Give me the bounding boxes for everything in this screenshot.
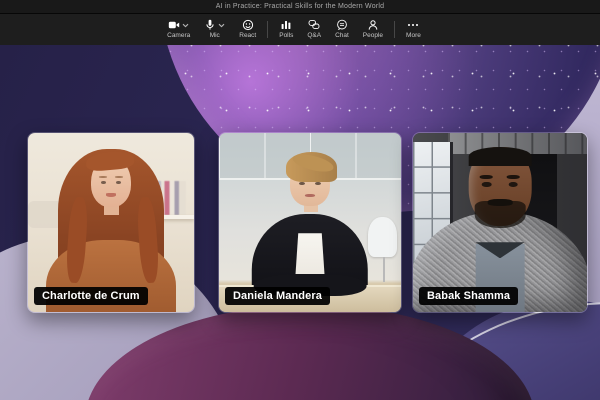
qna-label: Q&A	[307, 32, 322, 40]
meeting-title-bar: AI in Practice: Practical Skills for the…	[0, 0, 600, 13]
toolbar-separator	[394, 21, 396, 38]
chat-icon	[337, 19, 347, 31]
chat-button[interactable]: Chat	[328, 14, 356, 45]
video-tile-daniela[interactable]: Daniela Mandera	[218, 132, 402, 313]
react-icon	[242, 20, 253, 31]
qna-icon	[308, 20, 320, 30]
people-label: People	[362, 32, 384, 40]
face-shape	[468, 147, 532, 228]
more-icon	[408, 24, 419, 27]
participant-name-label: Charlotte de Crum	[34, 287, 148, 305]
video-tile-charlotte[interactable]: Charlotte de Crum	[27, 132, 195, 313]
chat-label: Chat	[335, 32, 349, 40]
qna-button[interactable]: Q&A	[300, 14, 328, 45]
meeting-toolbar: Camera Mic React Polls Q&A Chat People M…	[0, 13, 600, 45]
brow-left	[99, 176, 107, 179]
eye-right	[508, 181, 519, 188]
mic-button[interactable]: Mic	[197, 14, 232, 45]
mic-icon	[206, 20, 214, 30]
teams-meeting-window: AI in Practice: Practical Skills for the…	[0, 0, 600, 400]
brow-right	[506, 174, 521, 179]
polls-button[interactable]: Polls	[272, 14, 300, 45]
camera-button[interactable]: Camera	[160, 14, 197, 45]
toolbar-button-group: Camera Mic React Polls Q&A Chat People M…	[160, 14, 428, 45]
meeting-stage-background: Charlotte de Crum Daniela Mandera Babak …	[0, 45, 600, 400]
brow-right	[114, 176, 123, 179]
video-feed-charlotte	[28, 133, 194, 312]
camera-dropdown-chevron-icon[interactable]	[182, 23, 189, 28]
more-label: More	[406, 32, 421, 40]
brow-left	[479, 174, 494, 179]
mic-dropdown-chevron-icon[interactable]	[218, 23, 225, 28]
white-chair	[368, 217, 398, 257]
meeting-title: AI in Practice: Practical Skills for the…	[215, 3, 385, 10]
polls-icon	[281, 21, 291, 30]
toolbar-separator	[267, 21, 269, 38]
eye-right	[315, 182, 321, 186]
react-button[interactable]: React	[232, 14, 263, 45]
eye-left	[481, 181, 492, 188]
chair-leg	[382, 256, 385, 282]
eye-left	[299, 182, 305, 186]
more-button[interactable]: More	[399, 14, 428, 45]
video-tile-babak[interactable]: Babak Shamma	[412, 132, 588, 313]
people-button[interactable]: People	[356, 14, 390, 45]
camera-label: Camera	[167, 32, 191, 40]
video-feed-daniela	[219, 133, 401, 312]
react-label: React	[239, 32, 257, 40]
short-dark-hair	[468, 147, 532, 167]
participant-name-label: Daniela Mandera	[225, 287, 330, 305]
mouth	[105, 193, 117, 197]
camera-icon	[168, 22, 180, 29]
mouth	[305, 193, 315, 197]
eye-left	[100, 180, 107, 185]
participant-name-label: Babak Shamma	[419, 287, 519, 305]
eye-right	[115, 180, 122, 185]
mustache	[487, 199, 513, 206]
polls-label: Polls	[279, 32, 294, 40]
mic-label: Mic	[209, 32, 220, 40]
video-feed-babak	[413, 133, 587, 312]
people-icon	[368, 20, 378, 30]
